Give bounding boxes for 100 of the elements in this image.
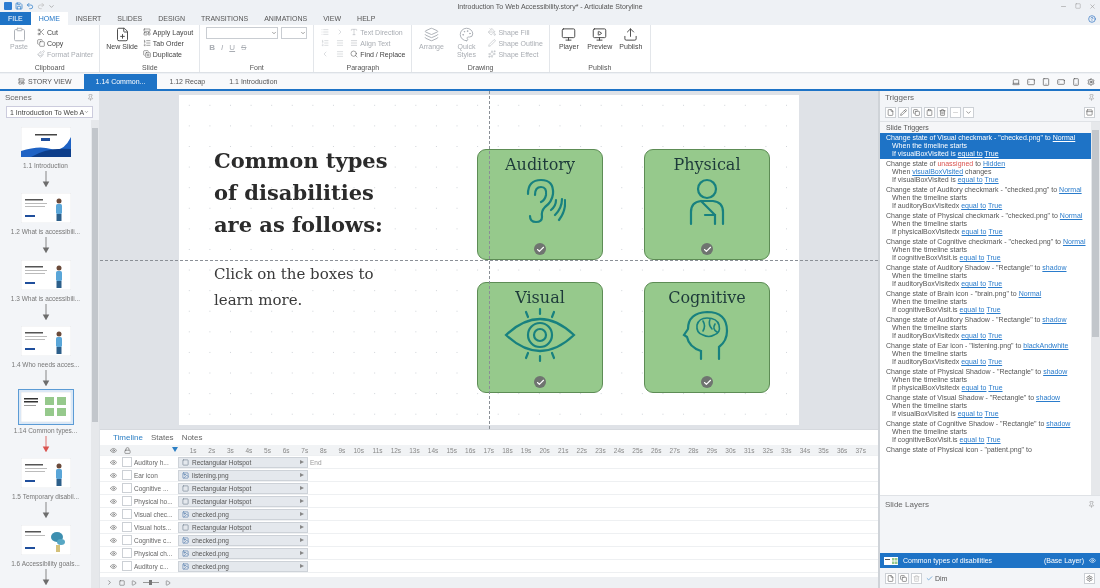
stop-icon[interactable]: [119, 579, 125, 586]
hotspot-icon: [182, 523, 189, 531]
end-handle-icon[interactable]: [300, 538, 304, 542]
layout-icon: [142, 28, 151, 36]
minus-button[interactable]: [950, 107, 961, 118]
lock-checkbox[interactable]: [122, 535, 132, 545]
layer-thumbnail: [884, 556, 898, 565]
paint-bucket-icon: [488, 28, 497, 36]
caret-button[interactable]: [963, 107, 974, 118]
pencil-icon: [900, 109, 907, 116]
scissors-icon: [37, 28, 45, 36]
end-handle-icon[interactable]: [300, 512, 304, 516]
panel-button[interactable]: [1084, 107, 1095, 118]
pin-icon[interactable]: [1088, 94, 1095, 101]
panel-icon: [1086, 109, 1093, 116]
panel-title: Slide Layers: [885, 499, 930, 509]
lock-checkbox[interactable]: [122, 470, 132, 480]
numbered-list-icon: [142, 39, 151, 47]
end-handle-icon[interactable]: [300, 460, 304, 464]
pencil-button[interactable]: [898, 107, 909, 118]
pin-icon[interactable]: [1088, 500, 1095, 508]
eye-icon[interactable]: [109, 536, 117, 544]
redo-icon[interactable]: [37, 2, 45, 10]
image-icon: [182, 471, 189, 479]
slide-heading: Common types of disabilities are as follows:: [214, 147, 389, 239]
disability-card[interactable]: Cognitive: [644, 282, 770, 393]
new-slide-icon: [114, 27, 130, 42]
image-icon: [182, 536, 189, 544]
settings-icon[interactable]: [1087, 77, 1095, 86]
lock-checkbox[interactable]: [122, 548, 132, 558]
play-icon[interactable]: [165, 579, 171, 586]
eye-icon[interactable]: [109, 471, 117, 479]
end-handle-icon[interactable]: [300, 551, 304, 555]
maximize-icon[interactable]: [1075, 3, 1081, 9]
play-icon[interactable]: [131, 579, 137, 586]
check-icon: [926, 574, 933, 582]
card-title: Visual: [515, 288, 565, 307]
lock-checkbox[interactable]: [122, 483, 132, 493]
copy-icon: [913, 109, 920, 116]
end-handle-icon[interactable]: [300, 564, 304, 568]
file-button[interactable]: [885, 572, 896, 584]
disability-card[interactable]: Auditory: [477, 149, 603, 260]
close-icon[interactable]: [1089, 2, 1096, 10]
disability-card[interactable]: Physical: [644, 149, 770, 260]
pin-icon[interactable]: [87, 94, 94, 101]
search-icon: [350, 50, 359, 58]
scrollbar[interactable]: [91, 120, 99, 588]
end-handle-icon[interactable]: [300, 525, 304, 529]
app-logo-icon: [4, 2, 12, 10]
copy-button[interactable]: [898, 572, 909, 584]
eye-icon[interactable]: [109, 549, 117, 557]
scrollbar[interactable]: [1091, 122, 1100, 495]
eye-icon[interactable]: [109, 562, 117, 570]
tablet-icon[interactable]: [1042, 77, 1050, 86]
lock-checkbox[interactable]: [122, 561, 132, 571]
eye-icon[interactable]: [109, 497, 117, 505]
trash-button[interactable]: [911, 572, 922, 584]
eye-icon[interactable]: [109, 458, 117, 466]
hotspot-icon: [182, 458, 189, 466]
file-button[interactable]: [885, 107, 896, 118]
disability-card[interactable]: Visual: [477, 282, 603, 393]
copy-icon: [37, 39, 45, 47]
phone-icon[interactable]: [1057, 77, 1065, 86]
playhead-icon[interactable]: [172, 447, 178, 453]
timeline-tab[interactable]: Notes: [178, 433, 206, 442]
lock-checkbox[interactable]: [122, 496, 132, 506]
expand-icon[interactable]: [106, 579, 113, 586]
align-icon: [336, 39, 345, 47]
eye-icon[interactable]: [109, 523, 117, 531]
end-handle-icon[interactable]: [300, 486, 304, 490]
copy-button[interactable]: [911, 107, 922, 118]
eye-icon[interactable]: [109, 484, 117, 492]
layers-icon: [423, 27, 439, 42]
laptop-icon[interactable]: [1012, 77, 1020, 86]
clipboard-button[interactable]: [924, 107, 935, 118]
help-icon[interactable]: [1088, 14, 1096, 23]
timeline-tab[interactable]: States: [147, 433, 177, 442]
lock-checkbox[interactable]: [122, 522, 132, 532]
save-icon[interactable]: [15, 2, 23, 10]
undo-icon[interactable]: [26, 2, 34, 10]
trash-button[interactable]: [937, 107, 948, 118]
tablet-icon[interactable]: [1027, 77, 1035, 86]
numbered-list-icon: [321, 39, 330, 47]
story-view-icon: [18, 78, 25, 85]
phone-icon[interactable]: [1072, 77, 1080, 86]
lock-icon[interactable]: [123, 446, 131, 454]
lock-checkbox[interactable]: [122, 457, 132, 467]
caret-icon: [300, 30, 307, 36]
end-handle-icon[interactable]: [300, 499, 304, 503]
size-field[interactable]: [281, 27, 308, 39]
end-handle-icon[interactable]: [300, 473, 304, 477]
clipboard-icon: [926, 109, 933, 116]
settings-button[interactable]: [1084, 572, 1095, 584]
eye-icon[interactable]: [109, 446, 117, 454]
eye-icon[interactable]: [109, 510, 117, 518]
upload-icon: [623, 27, 639, 42]
caret-icon[interactable]: [48, 2, 55, 10]
lock-checkbox[interactable]: [122, 509, 132, 519]
timeline-tab[interactable]: Timeline: [110, 433, 146, 442]
slide-body-text: Click on the boxes to learn more.: [214, 264, 375, 311]
